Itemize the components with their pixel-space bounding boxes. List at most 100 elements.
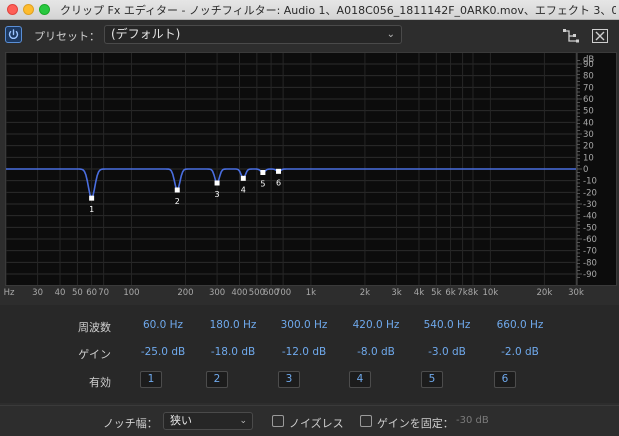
freq-tick-label: 50 [71, 288, 83, 298]
band-2-gain[interactable]: -18.0 dB [198, 346, 268, 358]
freq-tick-label: 3k [391, 288, 402, 298]
notch-width-label: ノッチ幅： [103, 417, 158, 430]
preset-select[interactable]: (デフォルト) ⌄ [104, 25, 402, 44]
db-label: -10 [583, 177, 597, 187]
db-label: 50 [583, 107, 594, 117]
zoom-window-button[interactable] [39, 4, 50, 15]
freq-tick-label: 70 [98, 288, 110, 298]
freq-tick-label: 1k [305, 288, 317, 298]
band-4-frequency[interactable]: 420.0 Hz [341, 319, 411, 331]
freq-tick-label: 700 [274, 288, 292, 298]
band-5-gain[interactable]: -3.0 dB [412, 346, 482, 358]
frequency-axis: Hz 30 40 50 60 70 100 200 300 400 500 600 700 1k 2k 3k 4… [0, 286, 619, 300]
fix-gain-value: -30 dB [456, 415, 489, 426]
freq-tick-label: 2k [359, 288, 371, 298]
db-label: 40 [583, 118, 594, 128]
band-1-gain[interactable]: -25.0 dB [128, 346, 198, 358]
band-marker-label: 2 [175, 197, 180, 206]
freq-tick-label: 60 [86, 288, 98, 298]
db-label: -90 [583, 270, 597, 280]
band-3-enable-button[interactable]: 3 [278, 371, 300, 388]
db-label: 10 [583, 153, 594, 163]
band-1-frequency[interactable]: 60.0 Hz [128, 319, 198, 331]
band-6-enable-button[interactable]: 6 [494, 371, 516, 388]
close-icon[interactable] [592, 29, 608, 43]
db-label: -40 [583, 212, 597, 222]
band-marker[interactable] [89, 195, 95, 201]
band-marker-label: 5 [260, 180, 265, 189]
band-marker-label: 1 [89, 205, 94, 214]
db-label: 20 [583, 142, 594, 152]
chevron-down-icon: ⌄ [239, 416, 247, 426]
band-marker[interactable] [214, 180, 220, 186]
freq-tick-label: 200 [177, 288, 194, 298]
band-marker-label: 4 [241, 185, 246, 194]
band-marker[interactable] [260, 170, 266, 175]
band-marker[interactable] [174, 187, 180, 193]
db-label: 30 [583, 130, 594, 140]
band-marker-label: 6 [276, 178, 281, 187]
db-label: 0 [583, 165, 588, 175]
freq-tick-label: 40 [54, 288, 66, 298]
db-label: 70 [583, 83, 594, 93]
band-5-enable-button[interactable]: 5 [421, 371, 443, 388]
close-window-button[interactable] [7, 4, 18, 15]
window-titlebar: クリップ Fx エディター - ノッチフィルター: Audio 1、A018C0… [0, 0, 619, 20]
freq-tick-label: 30 [32, 288, 44, 298]
gain-row-label: ゲイン [78, 348, 111, 361]
freq-tick-label: 30k [568, 288, 584, 298]
freq-tick-label: 4k [413, 288, 425, 298]
freq-tick-label: 5k [431, 288, 442, 298]
preset-label: プリセット： [34, 30, 100, 43]
noiseless-label[interactable]: ノイズレス [289, 415, 344, 431]
fix-gain-checkbox[interactable] [360, 415, 372, 427]
band-marker[interactable] [276, 168, 282, 174]
routing-icon[interactable] [563, 29, 579, 43]
db-label: 80 [583, 72, 594, 82]
freq-tick-label: 400 [231, 288, 248, 298]
band-marker[interactable] [240, 175, 246, 181]
band-3-gain[interactable]: -12.0 dB [269, 346, 339, 358]
frequency-response-graph[interactable]: dB 90 80 70 60 50 40 30 20 10 0 -10 -20 -30 -40 -50 -60-… [5, 52, 617, 286]
minimize-window-button[interactable] [23, 4, 34, 15]
db-label: 60 [583, 95, 594, 105]
freq-tick-label: 20k [536, 288, 553, 298]
freq-tick-label: Hz [3, 288, 15, 298]
band-2-enable-button[interactable]: 2 [206, 371, 228, 388]
band-6-frequency[interactable]: 660.0 Hz [485, 319, 555, 331]
band-6-gain[interactable]: -2.0 dB [485, 346, 555, 358]
frequency-graph-canvas[interactable]: dB9080706050403020100-10-20-30-40-50-60-… [6, 53, 616, 285]
band-4-gain[interactable]: -8.0 dB [341, 346, 411, 358]
freq-tick-label: 100 [123, 288, 140, 298]
window-title: クリップ Fx エディター - ノッチフィルター: Audio 1、A018C0… [60, 4, 616, 17]
power-button[interactable] [5, 26, 22, 43]
freq-tick-label: 6k [445, 288, 456, 298]
freq-tick-label: 8k [467, 288, 479, 298]
db-label: -70 [583, 247, 597, 257]
band-marker-label: 3 [215, 190, 220, 199]
bottom-options: ノッチ幅： 狭い ⌄ ノイズレス ゲインを固定： -30 dB [0, 405, 619, 436]
band-1-enable-button[interactable]: 1 [140, 371, 162, 388]
notch-width-value: 狭い [170, 414, 192, 427]
freq-tick-label: 7k [457, 288, 468, 298]
band-5-frequency[interactable]: 540.0 Hz [412, 319, 482, 331]
band-4-enable-button[interactable]: 4 [349, 371, 371, 388]
frequency-row-label: 周波数 [78, 321, 111, 334]
notch-width-select[interactable]: 狭い ⌄ [163, 412, 253, 430]
band-3-frequency[interactable]: 300.0 Hz [269, 319, 339, 331]
db-label: -80 [583, 258, 597, 268]
preset-value: (デフォルト) [111, 27, 181, 41]
db-label: -50 [583, 223, 597, 233]
toolbar: プリセット： (デフォルト) ⌄ [0, 20, 619, 50]
band-parameters: 周波数 ゲイン 有効 60.0 Hz 180.0 Hz 300.0 Hz 420… [0, 305, 619, 403]
db-label: -60 [583, 235, 597, 245]
fix-gain-label[interactable]: ゲインを固定： [377, 415, 454, 431]
power-icon [8, 29, 19, 40]
db-label: 90 [583, 60, 594, 70]
band-2-frequency[interactable]: 180.0 Hz [198, 319, 268, 331]
freq-tick-label: 10k [482, 288, 499, 298]
noiseless-checkbox[interactable] [272, 415, 284, 427]
chevron-down-icon: ⌄ [386, 29, 395, 40]
db-label: -30 [583, 200, 597, 210]
db-label: -20 [583, 188, 597, 198]
